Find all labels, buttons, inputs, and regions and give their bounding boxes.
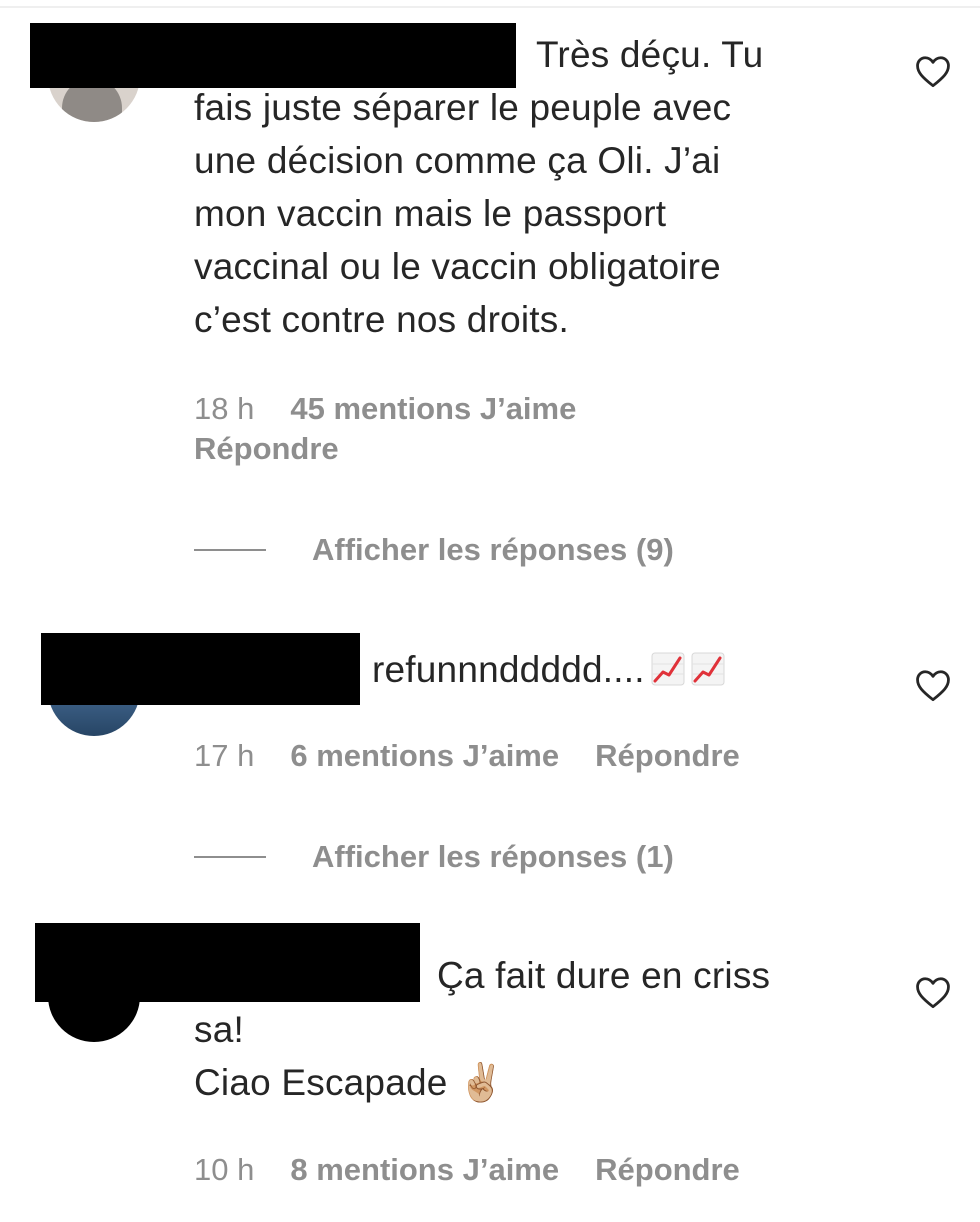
- comment-timestamp: 17 h: [194, 738, 255, 773]
- likes-count[interactable]: 6 mentions J’aime: [290, 735, 559, 776]
- comment-timestamp: 10 h: [194, 1152, 255, 1187]
- likes-count[interactable]: 45 mentions J’aime: [290, 388, 576, 429]
- comment-text-first-line: refunnnddddd....: [372, 643, 725, 696]
- reply-button[interactable]: Répondre: [595, 735, 740, 776]
- comment-text: sa! Ciao Escapade ✌🏼: [194, 1009, 505, 1103]
- redacted-username: [30, 23, 516, 88]
- reply-row: Répondre: [194, 428, 339, 469]
- likes-count[interactable]: 8 mentions J’aime: [290, 1149, 559, 1190]
- chart-increasing-icon: [691, 652, 725, 686]
- comment-timestamp: 18 h: [194, 391, 255, 426]
- like-heart-icon[interactable]: [914, 975, 952, 1009]
- redacted-username: [35, 923, 420, 1002]
- like-heart-icon[interactable]: [914, 54, 952, 88]
- top-divider: [0, 6, 980, 8]
- view-replies-label: Afficher les réponses (9): [312, 531, 674, 567]
- comment-meta: 17 h 6 mentions J’aime Répondre: [194, 735, 740, 776]
- like-heart-icon[interactable]: [914, 668, 952, 702]
- comment-meta: 10 h 8 mentions J’aime Répondre: [194, 1149, 740, 1190]
- redacted-username: [41, 633, 360, 705]
- replies-divider-line: [194, 548, 266, 551]
- comment-text: refunnnddddd....: [372, 649, 645, 690]
- chart-increasing-icon: [651, 652, 685, 686]
- replies-divider-line: [194, 855, 266, 858]
- reply-button[interactable]: Répondre: [595, 1149, 740, 1190]
- comment-text-first-line: Ça fait dure en criss: [437, 955, 771, 996]
- comment-meta: 18 h 45 mentions J’aime: [194, 388, 576, 429]
- reply-button[interactable]: Répondre: [194, 428, 339, 469]
- view-replies-button[interactable]: Afficher les réponses (1): [194, 836, 674, 877]
- view-replies-label: Afficher les réponses (1): [312, 838, 674, 874]
- view-replies-button[interactable]: Afficher les réponses (9): [194, 529, 674, 570]
- comment-text-first-line: Très déçu. Tu: [536, 34, 764, 75]
- comment-text: fais juste séparer le peuple avec une dé…: [194, 87, 732, 340]
